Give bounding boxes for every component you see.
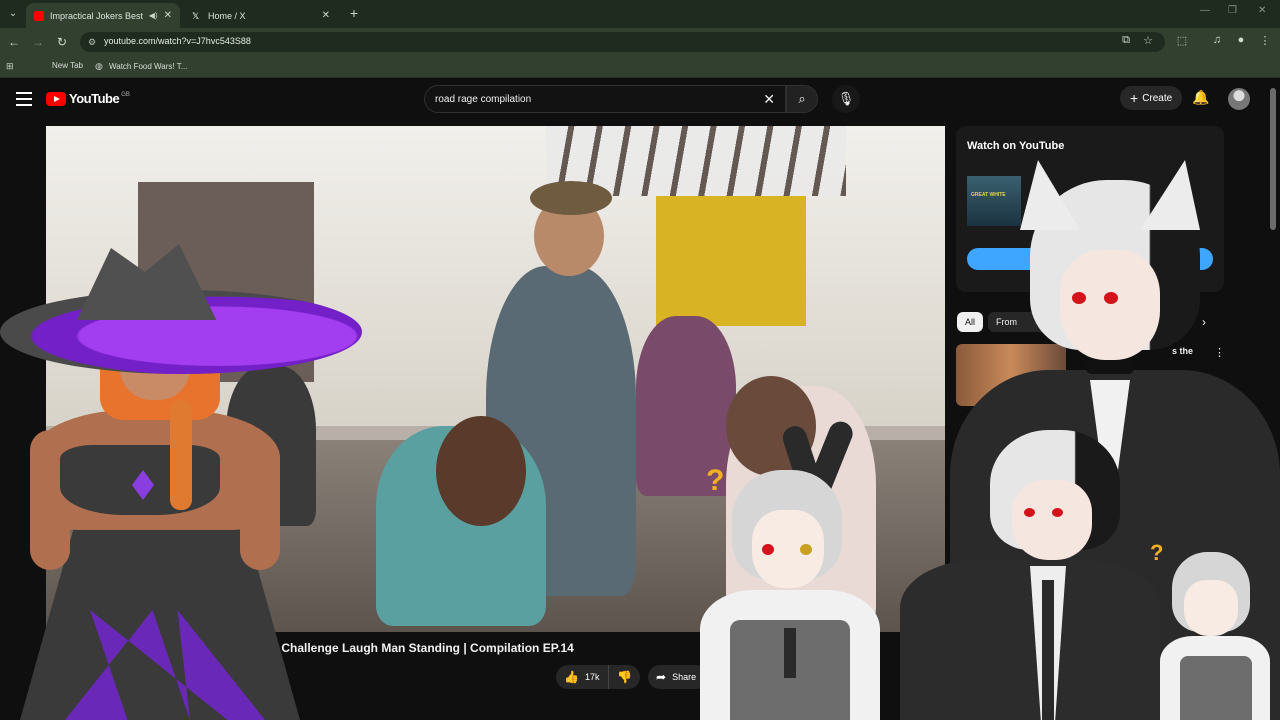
bookmarks-bar: ⊞ New Tab ◍ Watch Food Wars! T...: [0, 56, 1280, 78]
maximize-icon[interactable]: ❐: [1228, 5, 1237, 16]
thumbnail-text: GREAT WHITE: [971, 192, 1006, 198]
search-query-text[interactable]: road rage compilation: [435, 94, 531, 105]
profile-icon[interactable]: ●: [1234, 34, 1248, 46]
create-button[interactable]: + Create: [1120, 86, 1183, 110]
youtube-play-icon: [46, 91, 66, 106]
reload-icon[interactable]: ↻: [54, 34, 70, 50]
cat-avatar-face: [1060, 250, 1160, 360]
thumbs-up-icon: 👍: [564, 670, 579, 684]
share-arrow-icon: ➦: [656, 670, 667, 684]
browser-menu-icon[interactable]: ⋮: [1258, 34, 1272, 47]
search-input[interactable]: road rage compilation ✕: [424, 85, 786, 113]
forward-arrow-icon[interactable]: →: [30, 34, 46, 50]
minimize-icon[interactable]: —: [1200, 5, 1210, 16]
bookmark-label: Watch Food Wars! T...: [109, 61, 188, 71]
bookmark-food-wars[interactable]: ◍ Watch Food Wars! T...: [95, 61, 187, 71]
search-icon: ⌕: [798, 91, 806, 106]
cat-avatar-collar: [1086, 360, 1134, 374]
new-tab-button[interactable]: +: [346, 5, 362, 21]
avatar[interactable]: [1228, 88, 1250, 110]
like-button[interactable]: 👍 17k: [556, 665, 608, 689]
country-code: GB: [121, 91, 130, 98]
cat-avatar-eye-right: [1104, 292, 1118, 304]
bookmark-new-tab[interactable]: New Tab: [52, 61, 83, 70]
x-logo-icon: 𝕏: [192, 10, 200, 21]
address-bar[interactable]: ⚙ youtube.com/watch?v=J7hvc543S88: [80, 32, 1165, 52]
small-bunny-avatar-face: [1184, 580, 1238, 636]
question-mark-icon: ?: [706, 464, 725, 497]
cat-avatar-eye-left: [1072, 292, 1086, 304]
boy-avatar-eye-left: [1024, 508, 1035, 517]
boy-avatar-tie: [1042, 580, 1054, 720]
thumbs-down-icon: 👎: [617, 670, 632, 684]
page-scrollbar[interactable]: [1270, 88, 1276, 230]
chip-all[interactable]: All: [957, 312, 984, 332]
extensions-icon[interactable]: ⬚: [1175, 34, 1189, 47]
tab-label: Impractical Jokers Best Pun: [50, 10, 145, 21]
close-tab-icon[interactable]: ✕: [322, 10, 330, 21]
tab-label: Home / X: [208, 10, 246, 21]
create-label: Create: [1142, 92, 1173, 104]
recommended-video-title[interactable]: s the: [1172, 346, 1193, 356]
share-label: Share: [672, 672, 697, 682]
bookmark-star-icon[interactable]: ☆: [1141, 34, 1155, 47]
witch-avatar-braid: [170, 400, 192, 510]
speaker-icon[interactable]: ◀): [149, 11, 158, 20]
notifications-bell-icon[interactable]: 🔔: [1192, 89, 1209, 106]
hamburger-menu-icon[interactable]: [16, 92, 32, 106]
site-info-icon[interactable]: ⚙: [88, 36, 100, 48]
bunny-avatar-eye-right: [800, 544, 812, 555]
youtube-header: YouTube GB road rage compilation ✕ ⌕ 🎙 +…: [0, 80, 1280, 118]
tab-home-x[interactable]: 𝕏 Home / X ✕: [184, 3, 338, 28]
boy-avatar-eye-right: [1052, 508, 1063, 517]
browser-tab-bar: ⌄ Impractical Jokers Best Pun ◀) ✕ 𝕏 Hom…: [0, 0, 1280, 28]
media-controls-icon[interactable]: ♫: [1210, 34, 1224, 46]
url-text[interactable]: youtube.com/watch?v=J7hvc543S88: [104, 36, 251, 46]
close-tab-icon[interactable]: ✕: [164, 10, 172, 21]
boy-avatar-body: [900, 560, 1160, 720]
install-app-icon[interactable]: ⧉: [1119, 34, 1133, 47]
small-question-mark-icon: ?: [1150, 540, 1164, 565]
bunny-avatar-eye-left: [762, 544, 774, 555]
bookmark-label: New Tab: [52, 61, 83, 70]
voice-search-button[interactable]: 🎙: [832, 85, 860, 113]
dislike-button[interactable]: 👎: [608, 665, 640, 689]
share-button[interactable]: ➦ Share: [648, 665, 708, 689]
chevron-right-icon[interactable]: ›: [1202, 315, 1206, 329]
apps-grid-icon[interactable]: ⊞: [6, 61, 20, 71]
microphone-icon: 🎙: [837, 91, 855, 106]
youtube-favicon-icon: [34, 10, 44, 21]
globe-icon: ◍: [95, 61, 103, 71]
plus-icon: +: [1130, 90, 1139, 106]
close-window-icon[interactable]: ✕: [1258, 5, 1266, 16]
chip-label: All: [965, 317, 976, 327]
youtube-logo[interactable]: YouTube GB: [46, 91, 130, 106]
small-bunny-avatar-vest: [1180, 656, 1252, 720]
more-options-icon[interactable]: ⋮: [1214, 346, 1225, 359]
chip-label: From The...: [996, 317, 1017, 327]
video-person-2-hair: [436, 416, 526, 526]
youtube-wordmark: YouTube: [69, 91, 120, 106]
video-person-cap: [530, 181, 612, 215]
tab-search-icon[interactable]: ⌄: [4, 6, 22, 22]
like-count: 17k: [584, 672, 600, 682]
search-button[interactable]: ⌕: [786, 85, 818, 113]
bunny-avatar-tie: [784, 628, 796, 678]
clear-search-icon[interactable]: ✕: [763, 91, 775, 108]
tab-impractical-jokers[interactable]: Impractical Jokers Best Pun ◀) ✕: [26, 3, 180, 28]
back-arrow-icon[interactable]: ←: [6, 34, 22, 50]
watch-card-title: Watch on YouTube: [967, 140, 1065, 152]
browser-toolbar: ← → ↻ ⚙ youtube.com/watch?v=J7hvc543S88 …: [0, 28, 1280, 56]
boy-avatar-face: [1012, 480, 1092, 560]
video-title: s - Challenge Laugh Man Standing | Compi…: [264, 641, 574, 655]
video-scene-sign: [656, 196, 806, 326]
watch-card-thumbnail[interactable]: GREAT WHITE: [967, 176, 1021, 226]
